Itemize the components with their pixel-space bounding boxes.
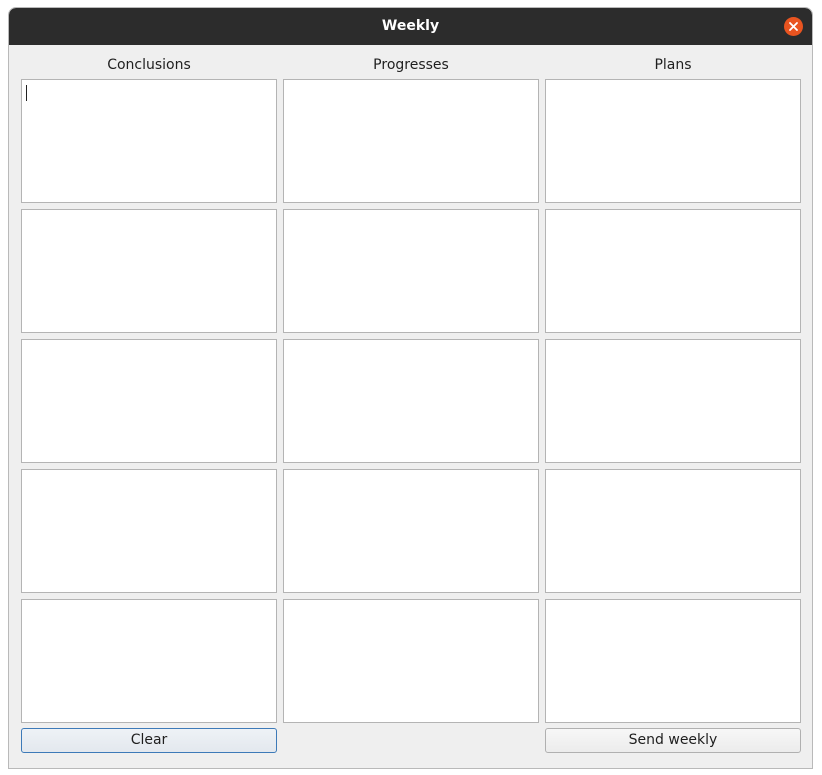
- progresses-textbox-2[interactable]: [283, 209, 539, 333]
- send-weekly-button[interactable]: Send weekly: [545, 728, 801, 753]
- plans-input-3[interactable]: [546, 340, 800, 462]
- close-icon: [789, 22, 798, 31]
- clear-button[interactable]: Clear: [21, 728, 277, 753]
- conclusions-textbox-5[interactable]: [21, 599, 277, 723]
- progresses-input-2[interactable]: [284, 210, 538, 332]
- plans-textbox-3[interactable]: [545, 339, 801, 463]
- conclusions-input-2[interactable]: [22, 210, 276, 332]
- text-cursor: [26, 85, 27, 101]
- conclusions-input-1[interactable]: [22, 80, 276, 202]
- plans-input-5[interactable]: [546, 600, 800, 722]
- conclusions-input-5[interactable]: [22, 600, 276, 722]
- conclusions-input-3[interactable]: [22, 340, 276, 462]
- conclusions-textbox-3[interactable]: [21, 339, 277, 463]
- conclusions-textbox-4[interactable]: [21, 469, 277, 593]
- progresses-input-4[interactable]: [284, 470, 538, 592]
- plans-textbox-4[interactable]: [545, 469, 801, 593]
- plans-textbox-2[interactable]: [545, 209, 801, 333]
- plans-input-4[interactable]: [546, 470, 800, 592]
- plans-input-1[interactable]: [546, 80, 800, 202]
- progresses-input-3[interactable]: [284, 340, 538, 462]
- progresses-textbox-1[interactable]: [283, 79, 539, 203]
- plans-textbox-1[interactable]: [545, 79, 801, 203]
- progresses-input-5[interactable]: [284, 600, 538, 722]
- plans-input-2[interactable]: [546, 210, 800, 332]
- plans-textbox-5[interactable]: [545, 599, 801, 723]
- weekly-window: Weekly Conclusions Progresses Plans Clea…: [9, 8, 812, 768]
- progresses-input-1[interactable]: [284, 80, 538, 202]
- progresses-textbox-4[interactable]: [283, 469, 539, 593]
- column-header-conclusions: Conclusions: [107, 57, 191, 73]
- column-header-progresses: Progresses: [373, 57, 449, 73]
- conclusions-textbox-1[interactable]: [21, 79, 277, 203]
- window-title: Weekly: [381, 18, 440, 34]
- progresses-textbox-3[interactable]: [283, 339, 539, 463]
- column-header-plans: Plans: [654, 57, 692, 73]
- title-bar[interactable]: Weekly: [9, 8, 812, 45]
- conclusions-textbox-2[interactable]: [21, 209, 277, 333]
- close-button[interactable]: [784, 17, 803, 36]
- conclusions-input-4[interactable]: [22, 470, 276, 592]
- progresses-textbox-5[interactable]: [283, 599, 539, 723]
